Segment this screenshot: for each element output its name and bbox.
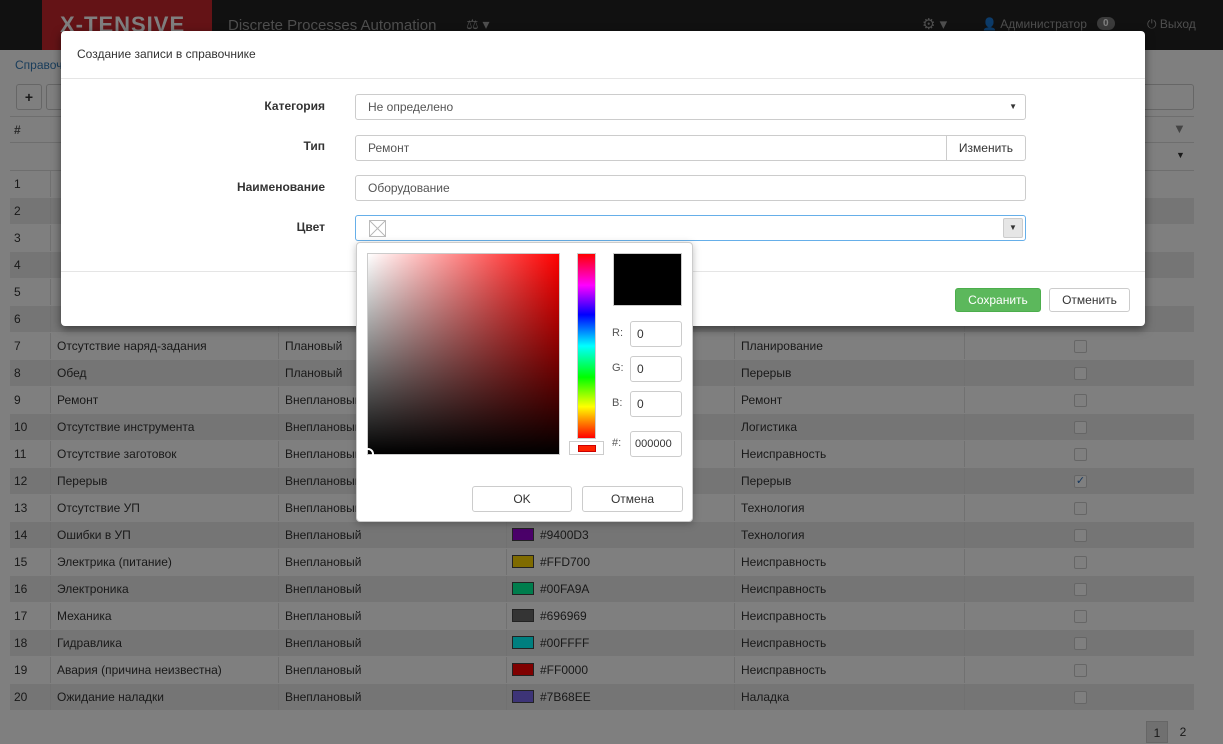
hex-label: #: [612,437,622,449]
category-value: Не определено [368,100,454,114]
g-input[interactable]: 0 [630,356,682,382]
modal-title: Создание записи в справочнике [61,31,1145,79]
b-input[interactable]: 0 [630,391,682,417]
color-picker-popup: R: 0 G: 0 B: 0 #: 000000 OK Отмена [356,242,693,522]
type-field[interactable]: Ремонт [355,135,947,161]
hue-slider[interactable] [577,253,596,439]
sv-handle[interactable] [362,448,374,460]
no-color-icon [369,220,386,237]
change-type-button[interactable]: Изменить [946,135,1026,161]
name-label: Наименование [236,180,325,194]
name-input[interactable]: Оборудование [355,175,1026,201]
name-value: Оборудование [368,181,450,195]
saturation-value-area[interactable] [362,253,560,460]
r-input[interactable]: 0 [630,321,682,347]
cancel-button[interactable]: Отменить [1049,288,1130,312]
category-select[interactable]: Не определено ▼ [355,94,1026,120]
hue-handle-indicator [578,445,596,452]
picker-ok-button[interactable]: OK [472,486,572,512]
color-label: Цвет [296,220,325,234]
g-label: G: [612,362,624,374]
hue-handle[interactable] [569,441,604,455]
color-preview [613,253,682,306]
hex-input[interactable]: 000000 [630,431,682,457]
chevron-down-icon: ▼ [1009,102,1017,111]
color-select[interactable]: ▼ [355,215,1026,241]
r-label: R: [612,327,623,339]
chevron-down-icon[interactable]: ▼ [1003,218,1023,238]
category-label: Категория [264,99,325,113]
b-label: B: [612,397,623,409]
save-button[interactable]: Сохранить [955,288,1041,312]
type-label: Тип [303,139,326,153]
picker-cancel-button[interactable]: Отмена [582,486,683,512]
type-value: Ремонт [368,141,410,155]
